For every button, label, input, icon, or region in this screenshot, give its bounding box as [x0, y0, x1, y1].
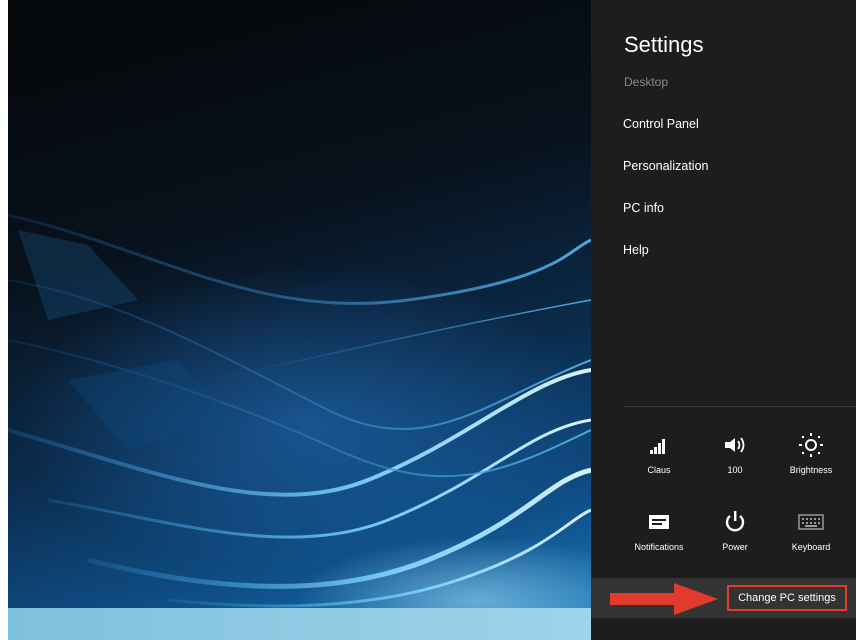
power-tile[interactable]: Power [697, 505, 773, 575]
power-label: Power [722, 542, 748, 552]
network-label: Claus [647, 465, 671, 475]
settings-title: Settings [624, 32, 704, 57]
quick-settings: Claus 100 Brightness Notifications Power… [621, 428, 851, 582]
power-icon [723, 505, 747, 539]
menu-item-help[interactable]: Help [591, 238, 856, 280]
settings-charm-panel: Settings Desktop Control Panel Personali… [591, 0, 856, 640]
brightness-icon [798, 428, 824, 462]
keyboard-label: Keyboard [791, 542, 831, 552]
network-tile[interactable]: Claus [621, 428, 697, 498]
network-signal-icon [648, 428, 670, 462]
desktop-taskbar-strip [8, 608, 591, 640]
volume-label: 100 [727, 465, 743, 475]
keyboard-icon [798, 505, 824, 539]
menu-item-pc-info[interactable]: PC info [591, 196, 856, 238]
quick-settings-divider [624, 406, 856, 407]
notifications-icon [648, 505, 670, 539]
notifications-tile[interactable]: Notifications [621, 505, 697, 575]
volume-tile[interactable]: 100 [697, 428, 773, 498]
brightness-tile[interactable]: Brightness [773, 428, 849, 498]
wallpaper-waves [8, 213, 591, 608]
notifications-label: Notifications [634, 542, 684, 552]
change-pc-settings-button[interactable]: Change PC settings [727, 585, 847, 611]
keyboard-tile[interactable]: Keyboard [773, 505, 849, 575]
settings-menu: Control Panel Personalization PC info He… [591, 112, 856, 280]
brightness-label: Brightness [789, 465, 833, 475]
desktop-wallpaper [8, 0, 591, 640]
context-subtitle: Desktop [624, 75, 669, 89]
menu-item-personalization[interactable]: Personalization [591, 154, 856, 196]
pointer-arrow-icon [610, 583, 718, 615]
menu-item-control-panel[interactable]: Control Panel [591, 112, 856, 154]
volume-icon [723, 428, 747, 462]
